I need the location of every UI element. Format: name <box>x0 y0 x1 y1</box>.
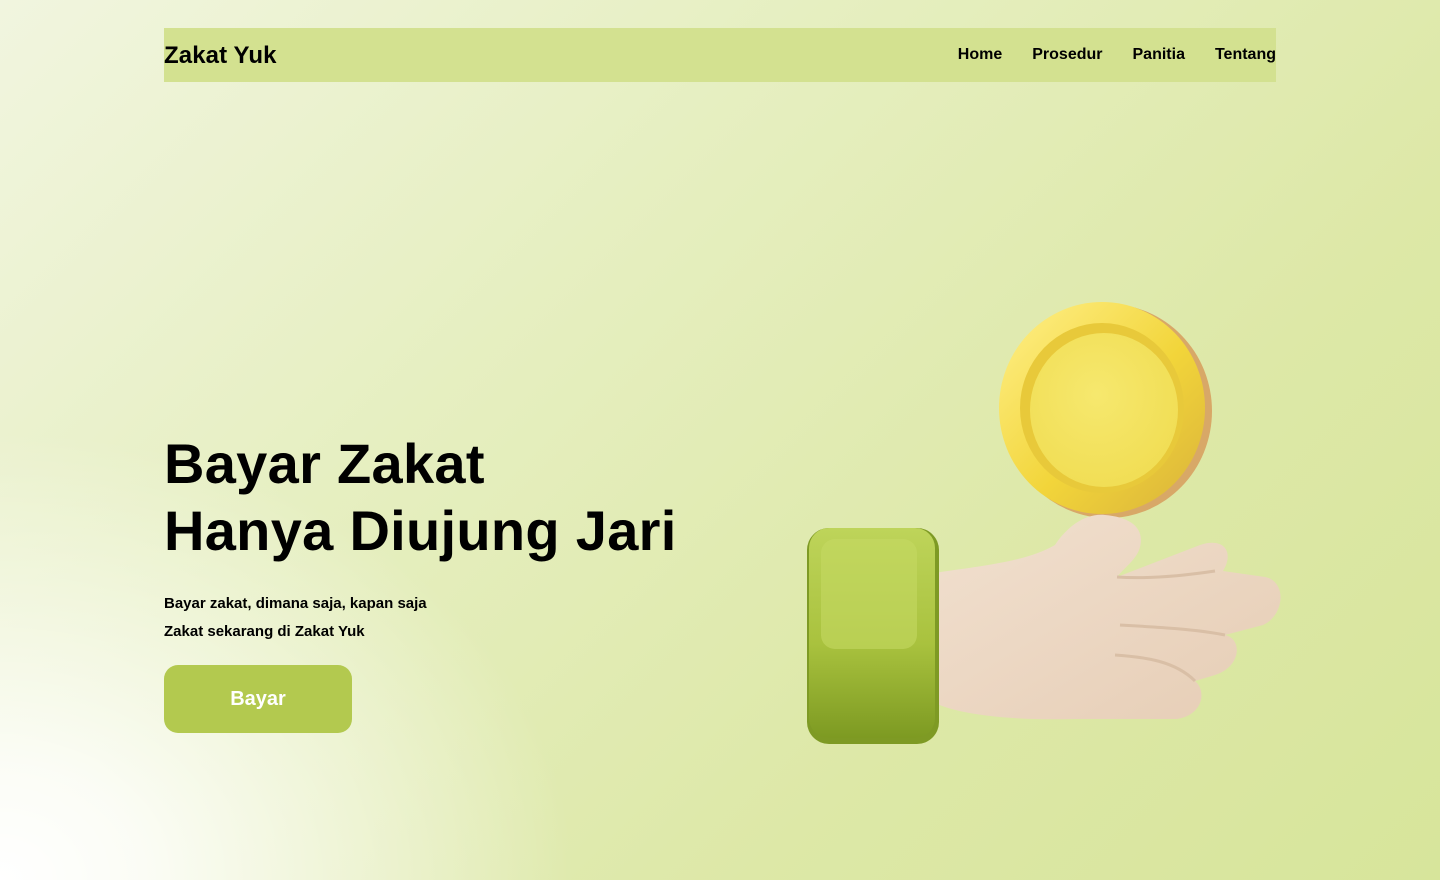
hand-icon <box>935 514 1281 720</box>
hero-subtitle: Bayar zakat, dimana saja, kapan saja Zak… <box>164 590 427 646</box>
hero-title: Bayar Zakat Hanya Diujung Jari <box>164 430 677 564</box>
sleeve-icon <box>807 528 939 744</box>
nav-link-home[interactable]: Home <box>958 46 1002 64</box>
hand-holding-coin-icon <box>807 302 1281 744</box>
hero-subtitle-line-1: Bayar zakat, dimana saja, kapan saja <box>164 595 427 612</box>
nav-link-panitia[interactable]: Panitia <box>1133 46 1185 64</box>
brand-logo[interactable]: Zakat Yuk <box>164 29 277 83</box>
hero-subtitle-line-2: Zakat sekarang di Zakat Yuk <box>164 623 365 640</box>
navbar: Zakat Yuk Home Prosedur Panitia Tentang <box>164 28 1276 82</box>
coin-icon <box>999 302 1212 518</box>
hero-title-line-1: Bayar Zakat <box>164 432 485 495</box>
nav-menu: Home Prosedur Panitia Tentang <box>958 28 1276 82</box>
hero-title-line-2: Hanya Diujung Jari <box>164 499 677 562</box>
nav-link-prosedur[interactable]: Prosedur <box>1032 46 1102 64</box>
bayar-button[interactable]: Bayar <box>164 665 352 733</box>
nav-link-tentang[interactable]: Tentang <box>1215 46 1276 64</box>
